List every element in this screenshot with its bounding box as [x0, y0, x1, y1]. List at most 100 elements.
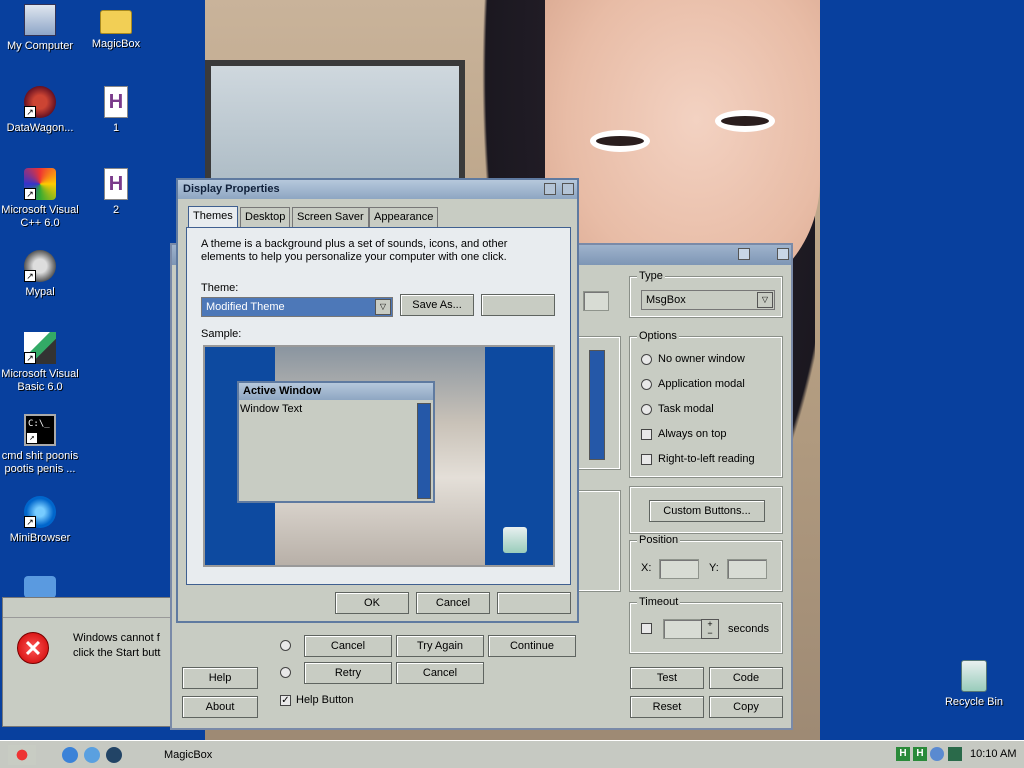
desktop-icon-minibrowser[interactable]: MiniBrowser — [0, 496, 80, 545]
seconds-label: seconds — [728, 623, 769, 635]
help-button-checkbox[interactable]: ✓ — [280, 695, 291, 706]
cmd-icon: C:\_ — [24, 414, 56, 446]
ie-icon[interactable] — [62, 747, 78, 763]
x-input[interactable] — [659, 559, 699, 579]
chevron-down-icon[interactable]: ▽ — [375, 299, 391, 315]
maximize-icon[interactable] — [777, 248, 789, 260]
code-button[interactable]: Code — [709, 667, 783, 689]
restore-icon[interactable] — [738, 248, 750, 260]
radio-task-modal[interactable] — [641, 404, 652, 415]
y-input[interactable] — [727, 559, 767, 579]
radio-button-row2[interactable] — [280, 667, 291, 678]
tab-appearance[interactable]: Appearance — [369, 207, 439, 227]
desktop-icon-file-2[interactable]: H 2 — [76, 168, 156, 217]
help-button[interactable]: Help — [182, 667, 258, 689]
desktop-icon-file-1[interactable]: H 1 — [76, 86, 156, 135]
media-player-icon[interactable] — [106, 747, 122, 763]
tray-network-icon[interactable] — [930, 747, 944, 761]
themes-tab-panel: A theme is a background plus a set of so… — [186, 227, 571, 585]
tab-screen-saver[interactable]: Screen Saver — [292, 207, 369, 227]
cancel-option-button[interactable]: Cancel — [304, 635, 392, 657]
close-icon[interactable] — [562, 183, 574, 195]
radio-no-owner-window[interactable] — [641, 354, 652, 365]
reset-button[interactable]: Reset — [630, 696, 704, 718]
start-button[interactable] — [8, 745, 36, 765]
sample-scrollbar — [417, 403, 431, 499]
sample-titlebar: Active Window — [239, 383, 433, 400]
tray-h-icon[interactable]: H — [896, 747, 910, 761]
delete-button-disabled[interactable] — [481, 294, 555, 316]
checkbox-always-on-top[interactable] — [641, 429, 652, 440]
error-text-line1: Windows cannot f — [73, 632, 160, 644]
tray-h-icon-2[interactable]: H — [913, 747, 927, 761]
desktop-icon-my-computer[interactable]: My Computer — [0, 4, 80, 53]
about-button[interactable]: About — [182, 696, 258, 718]
scrollbar[interactable] — [589, 350, 605, 460]
desktop-icon-cmd[interactable]: C:\_ cmd shit poonis pootis penis ... — [0, 414, 80, 476]
partial-field[interactable] — [583, 291, 609, 311]
icon-label: 2 — [112, 204, 120, 216]
cancel-button[interactable]: Cancel — [416, 592, 490, 614]
x-label: X: — [641, 562, 652, 574]
icon-label: 1 — [112, 122, 120, 134]
error-titlebar[interactable] — [3, 598, 171, 618]
visual-cpp-icon — [24, 168, 56, 200]
error-icon: ✕ — [17, 632, 49, 664]
type-legend: Type — [637, 270, 665, 282]
checkbox-right-to-left[interactable] — [641, 454, 652, 465]
folder-icon — [100, 10, 132, 34]
ok-button[interactable]: OK — [335, 592, 409, 614]
sample-window-title: Active Window — [243, 385, 322, 397]
continue-option-button[interactable]: Continue — [488, 635, 576, 657]
option-label: Task modal — [658, 403, 714, 415]
icon-label: MagicBox — [91, 38, 141, 50]
chevron-down-icon[interactable]: ▽ — [757, 292, 773, 308]
h-file-icon: H — [104, 86, 128, 118]
tray-volume-icon[interactable] — [948, 747, 962, 761]
clock[interactable]: 10:10 AM — [970, 748, 1016, 760]
type-select-value: MsgBox — [646, 294, 686, 306]
theme-select-value: Modified Theme — [206, 301, 285, 313]
desktop-icon-magicbox[interactable]: MagicBox — [76, 4, 156, 51]
help-icon[interactable] — [544, 183, 556, 195]
error-text-line2: click the Start butt — [73, 647, 161, 659]
taskbar-item-magicbox[interactable]: MagicBox — [160, 744, 240, 766]
browser-icon[interactable] — [84, 747, 100, 763]
theme-label: Theme: — [201, 282, 239, 294]
custom-buttons-button[interactable]: Custom Buttons... — [649, 500, 765, 522]
try-again-option-button[interactable]: Try Again — [396, 635, 484, 657]
radio-button-row1[interactable] — [280, 640, 291, 651]
test-button[interactable]: Test — [630, 667, 704, 689]
desktop-icon-visual-cpp[interactable]: Microsoft Visual C++ 6.0 — [0, 168, 80, 230]
desktop-icon-mypal[interactable]: Mypal — [0, 250, 80, 299]
options-legend: Options — [637, 330, 679, 342]
minibrowser-icon — [24, 496, 56, 528]
tab-themes[interactable]: Themes — [188, 206, 238, 228]
recycle-bin-icon — [961, 660, 987, 692]
my-computer-icon — [24, 4, 56, 36]
timeout-checkbox[interactable] — [641, 623, 652, 634]
radio-application-modal[interactable] — [641, 379, 652, 390]
timeout-groupbox: Timeout + − seconds — [629, 596, 783, 654]
tab-desktop[interactable]: Desktop — [240, 207, 291, 227]
sample-active-window: Active Window Window Text — [237, 381, 435, 503]
save-as-button[interactable]: Save As... — [400, 294, 474, 316]
dialog-title: Display Properties — [183, 183, 280, 195]
icon-label: DataWagon... — [6, 122, 74, 134]
desktop-icon-datawagon[interactable]: DataWagon... — [0, 86, 80, 135]
sample-preview: Active Window Window Text — [203, 345, 555, 567]
theme-select[interactable]: Modified Theme ▽ — [201, 297, 393, 317]
retry-option-button[interactable]: Retry — [304, 662, 392, 684]
display-properties-titlebar[interactable]: Display Properties — [178, 180, 577, 199]
desktop-icon-recycle-bin[interactable]: Recycle Bin — [934, 660, 1014, 709]
copy-button[interactable]: Copy — [709, 696, 783, 718]
desktop-icon-visual-basic[interactable]: Microsoft Visual Basic 6.0 — [0, 332, 80, 394]
taskbar: MagicBox H H 10:10 AM — [0, 740, 1024, 768]
sample-window-text: Window Text — [240, 403, 303, 415]
options-groupbox: Options No owner window Application moda… — [629, 330, 783, 478]
cancel-option-button-2[interactable]: Cancel — [396, 662, 484, 684]
type-groupbox: Type MsgBox ▽ — [629, 270, 783, 318]
apply-button-disabled[interactable] — [497, 592, 571, 614]
type-select[interactable]: MsgBox ▽ — [641, 290, 775, 310]
timeout-spinner[interactable]: + − — [701, 619, 719, 639]
